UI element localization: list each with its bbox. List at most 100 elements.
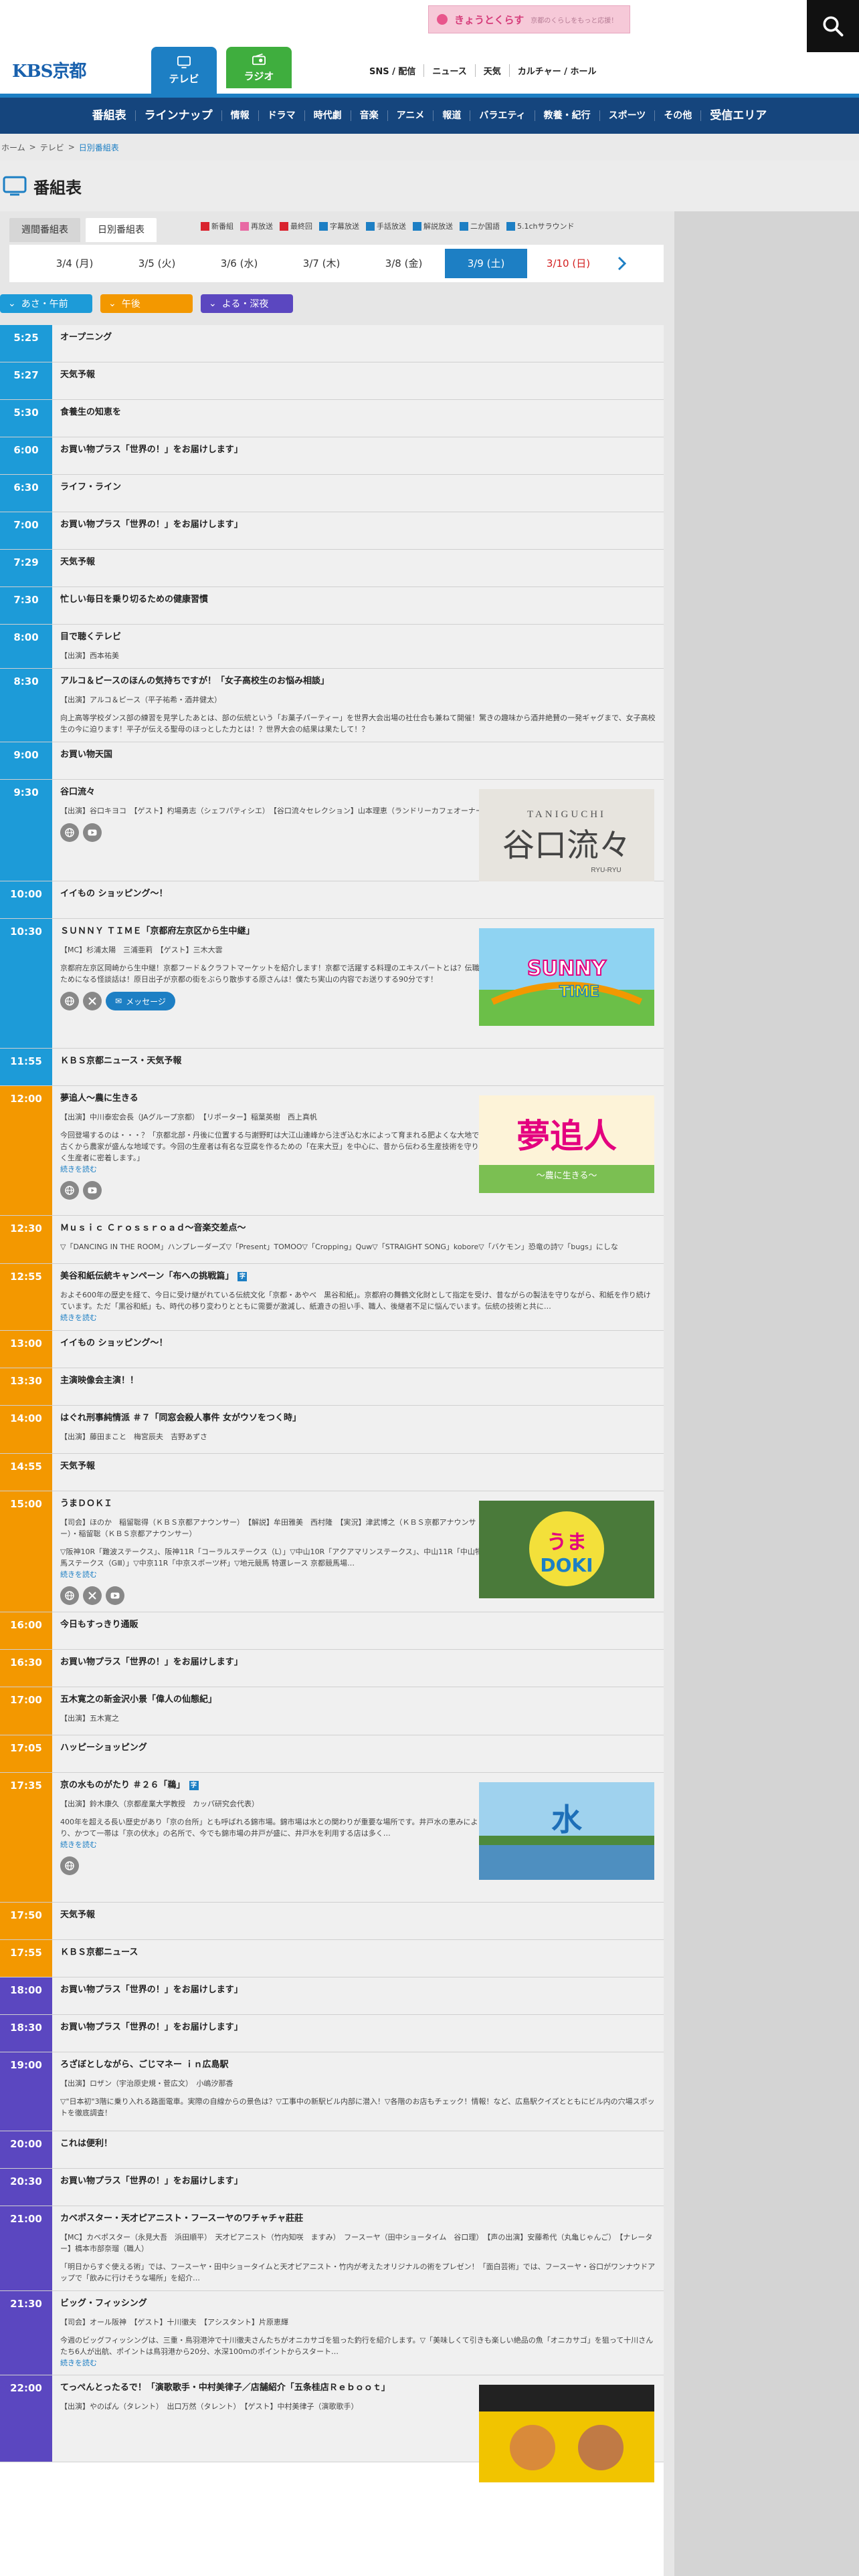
tab-weekly[interactable]: 週間番組表 [9,218,80,242]
youtube-icon[interactable] [83,1181,102,1200]
program-title[interactable]: うまＤＯＫＩ [60,1498,488,1510]
program-title[interactable]: 五木寛之の新金沢小景「偉人の仙態紀」 [60,1694,656,1706]
website-icon[interactable] [60,1856,79,1875]
program-title[interactable]: ビッグ・フィッシング [60,2298,656,2310]
program-row[interactable]: 12:55 美谷和紙伝統キャンペーン「布への挑戦篇」字およそ600年の歴史を経て、… [0,1264,664,1331]
program-row[interactable]: 17:50 天気予報 [0,1903,664,1940]
breadcrumb-tv[interactable]: テレビ [40,142,64,153]
read-more-link[interactable]: 続きを読む [60,2357,656,2368]
program-title[interactable]: お買い物プラス「世界の！」をお届けします」 [60,1656,656,1669]
program-thumbnail[interactable]: うま DOKI [479,1501,654,1598]
program-title[interactable]: イイもの ショッピング〜！ [60,1337,656,1350]
program-row[interactable]: 22:00 てっぺんとったるで！「演歌歌手・中村美律子／店舗紹介「五条桂店Ｒｅｂｏ… [0,2375,664,2482]
nav-item-lineup[interactable]: ラインナップ [134,110,221,122]
program-title[interactable]: お買い物プラス「世界の！」をお届けします」 [60,444,656,456]
program-row[interactable]: 7:00 お買い物プラス「世界の！」をお届けします」 [0,512,664,550]
program-title[interactable]: Ｍｕｓｉｃ Ｃｒｏｓｓｒｏａｄ〜音楽交差点〜 [60,1222,656,1235]
program-row[interactable]: 11:55 ＫＢＳ京都ニュース・天気予報 [0,1049,664,1086]
program-row[interactable]: 20:30 お買い物プラス「世界の！」をお届けします」 [0,2169,664,2206]
program-row[interactable]: 16:00 今日もすっきり通販 [0,1612,664,1650]
program-row[interactable]: 5:27 天気予報 [0,362,664,400]
website-icon[interactable] [60,1586,79,1605]
program-title[interactable]: イイもの ショッピング〜！ [60,888,656,900]
program-thumbnail[interactable] [479,2385,654,2482]
program-title[interactable]: オープニング [60,332,656,344]
program-title[interactable]: 天気予報 [60,1909,656,1921]
site-logo[interactable]: KBS京都 [12,58,86,82]
nav-item-variety[interactable]: バラエティ [470,110,534,121]
program-title[interactable]: てっぺんとったるで！「演歌歌手・中村美律子／店舗紹介「五条桂店Ｒｅｂｏｏｔ」 [60,2382,488,2394]
program-row[interactable]: 19:00 ろざぼとしながら、ごじマネー ｉｎ広島駅 【出演】ロザン（宇治原史規・菅… [0,2052,664,2131]
nav-item-sports[interactable]: スポーツ [599,110,655,121]
website-icon[interactable] [60,823,79,842]
program-row[interactable]: 7:29 天気予報 [0,550,664,587]
date-tab[interactable]: 3/5 (火) [116,249,198,278]
program-thumbnail[interactable]: 水 [479,1782,654,1880]
nav-item-schedule[interactable]: 番組表 [84,110,135,122]
program-title[interactable]: 谷口流々 [60,786,488,798]
program-title[interactable]: お買い物プラス「世界の！」をお届けします」 [60,1984,656,1996]
header-link-news[interactable]: ニュース [423,64,474,77]
program-row[interactable]: 21:30 ビッグ・フィッシング 【司会】オール阪神 【ゲスト】十川徹夫 【アシスタ… [0,2291,664,2375]
header-link-culture[interactable]: カルチャー / ホール [508,64,605,77]
program-title[interactable]: お買い物プラス「世界の！」をお届けします」 [60,519,656,531]
nav-item-area[interactable]: 受信エリア [700,110,775,122]
date-prev[interactable] [9,249,33,278]
program-title[interactable]: 天気予報 [60,1461,656,1473]
program-row[interactable]: 7:30 忙しい毎日を乗り切るための健康習慣 [0,587,664,625]
program-title[interactable]: 忙しい毎日を乗り切るための健康習慣 [60,594,656,606]
program-row[interactable]: 6:00 お買い物プラス「世界の！」をお届けします」 [0,437,664,475]
program-row[interactable]: 9:00 お買い物天国 [0,742,664,780]
program-row[interactable]: 5:30 食養生の知恵を [0,400,664,437]
read-more-link[interactable]: 続きを読む [60,1312,656,1323]
program-row[interactable]: 13:00 イイもの ショッピング〜！ [0,1331,664,1368]
program-row[interactable]: 10:00 イイもの ショッピング〜！ [0,881,664,919]
program-row[interactable]: 8:30 アルコ＆ピースのほんの気持ちですが！「女子高校生のお悩み相談」 【出演】ア… [0,669,664,742]
tab-tv[interactable]: テレビ [151,47,217,94]
program-title[interactable]: 京の水ものがたり ＃２６「鵜」字 [60,1780,488,1792]
program-title[interactable]: 今日もすっきり通販 [60,1619,656,1631]
nav-item-culture[interactable]: 教養・紀行 [534,110,599,121]
program-title[interactable]: 夢追人〜農に生きる [60,1093,488,1105]
nav-item-music[interactable]: 音楽 [350,110,387,121]
program-title[interactable]: 天気予報 [60,556,656,568]
program-row[interactable]: 13:30 主演映像会主演！！ [0,1368,664,1406]
program-row[interactable]: 8:00 目で聴くテレビ 【出演】西本祐美 [0,625,664,669]
program-title[interactable]: ハッピーショッピング [60,1742,656,1754]
program-row[interactable]: 21:00 カベポスター・天才ピアニスト・フースーヤのワチャチャ莊莊 【MC】カベポ… [0,2206,664,2291]
program-row[interactable]: 15:00 うまＤＯＫＩ 【司会】ほのか 稲留聡得（ＫＢＳ京都アナウンサー） 【解説… [0,1491,664,1612]
program-title[interactable]: ろざぼとしながら、ごじマネー ｉｎ広島駅 [60,2059,656,2071]
website-icon[interactable] [60,992,79,1010]
date-tab[interactable]: 3/10 (日) [527,249,609,278]
program-title[interactable]: カベポスター・天才ピアニスト・フースーヤのワチャチャ莊莊 [60,2213,656,2225]
next-arrow-icon[interactable] [609,249,634,278]
program-title[interactable]: 天気予報 [60,369,656,381]
program-title[interactable]: 目で聴くテレビ [60,631,656,643]
program-title[interactable]: 食養生の知恵を [60,407,656,419]
program-title[interactable]: お買い物プラス「世界の！」をお届けします」 [60,2022,656,2034]
program-row[interactable]: 12:30 Ｍｕｓｉｃ Ｃｒｏｓｓｒｏａｄ〜音楽交差点〜 ▽「DANCING IN … [0,1216,664,1264]
program-title[interactable]: ＫＢＳ京都ニュース・天気予報 [60,1055,656,1067]
x-twitter-icon[interactable] [83,992,102,1010]
program-row[interactable]: 5:25 オープニング [0,325,664,362]
program-row[interactable]: 9:30 谷口流々 【出演】谷口キヨコ 【ゲスト】杓場勇志（シェフパティシエ） 【谷… [0,780,664,887]
nav-item-info[interactable]: 情報 [221,110,258,121]
youtube-icon[interactable] [106,1586,124,1605]
date-tab[interactable]: 3/9 (土) [445,249,527,278]
program-title[interactable]: アルコ＆ピースのほんの気持ちですが！「女子高校生のお悩み相談」 [60,675,656,687]
nav-item-drama[interactable]: ドラマ [258,110,304,121]
message-button[interactable]: ✉ メッセージ [106,992,175,1010]
youtube-icon[interactable] [83,823,102,842]
tab-daily[interactable]: 日別番組表 [86,218,157,242]
date-tab[interactable]: 3/7 (木) [280,249,363,278]
program-title[interactable]: はぐれ刑事純情派 ＃７「同窓会殺人事件 女がウソをつく時」 [60,1412,656,1424]
program-thumbnail[interactable]: 夢追人 〜農に生きる〜 [479,1095,654,1193]
program-title[interactable]: 美谷和紙伝統キャンペーン「布への挑戦篇」字 [60,1271,656,1283]
time-tab-afternoon[interactable]: ⌄ 午後 [100,294,193,313]
program-row[interactable]: 6:30 ライフ・ライン [0,475,664,512]
program-title[interactable]: ＳＵＮＮＹ ＴＩＭＥ「京都府左京区から生中継」 [60,926,488,938]
search-button[interactable] [807,0,859,52]
program-row[interactable]: 17:55 ＫＢＳ京都ニュース [0,1940,664,1977]
website-icon[interactable] [60,1181,79,1200]
date-tab[interactable]: 3/4 (月) [33,249,116,278]
